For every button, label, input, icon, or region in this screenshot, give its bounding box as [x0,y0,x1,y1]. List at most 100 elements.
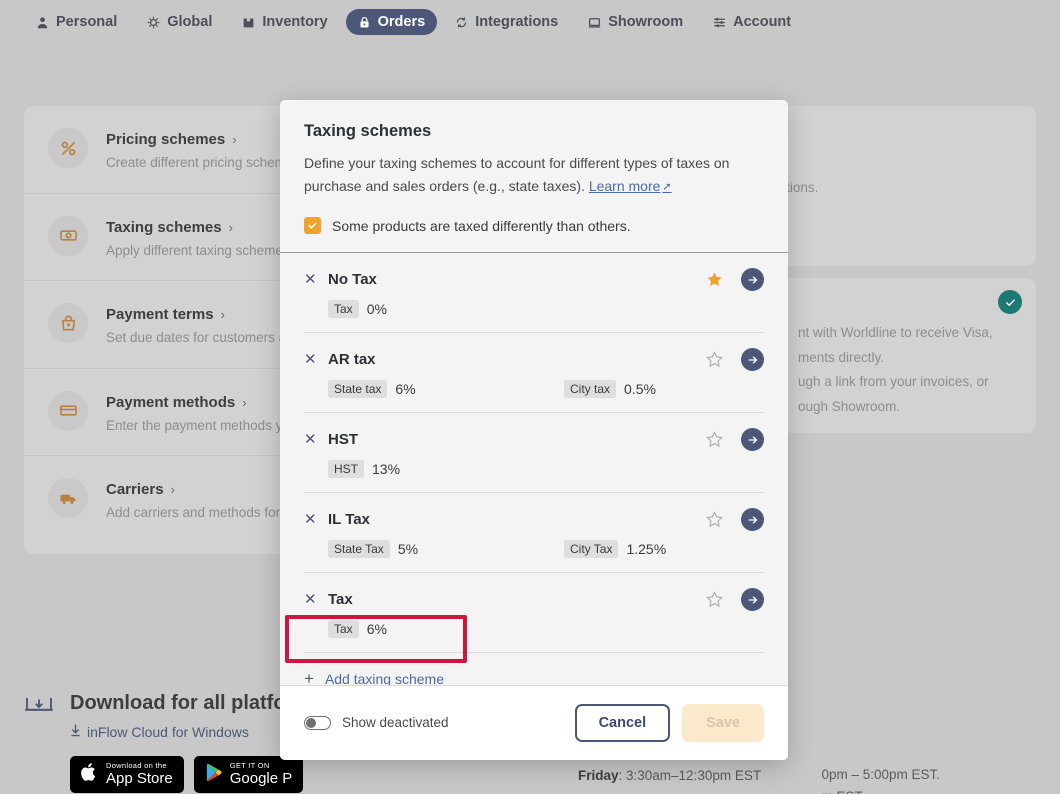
row-title-text: Payment terms [106,306,214,324]
plus-icon: + [304,669,314,685]
scheme-rate: Tax 0% [328,300,564,319]
rate-value: 5% [397,541,419,558]
nav-item-integrations[interactable]: Integrations [443,9,570,35]
store-badges: Download on the App Store GET IT ON Goog… [70,756,304,793]
nav-item-label: Orders [377,14,426,30]
rate-value: 6% [395,381,416,398]
chevron-right-icon: › [232,132,237,147]
nav-item-account[interactable]: Account [701,9,803,35]
card-icon [48,390,88,431]
modal-footer: Show deactivated Cancel Save [280,684,788,760]
taxed-differently-checkbox-row[interactable]: Some products are taxed differently than… [304,217,764,252]
download-title: Download for all platfor [70,692,294,714]
taxing-scheme-row[interactable]: ✕ HST HST 13% [304,412,764,492]
chevron-right-icon: › [170,482,175,498]
scheme-header: ✕ IL Tax [304,508,764,532]
sliders-icon [713,16,726,29]
app-store-badge[interactable]: Download on the App Store [70,756,184,793]
arrow-right-icon[interactable] [741,268,764,292]
arrow-right-icon[interactable] [741,508,764,532]
scheme-rate: HST 13% [328,460,564,479]
check-icon [308,222,317,229]
rate-tag: Tax [328,620,359,639]
close-icon[interactable]: ✕ [304,352,317,367]
scheme-rate: City tax 0.5% [564,380,656,399]
scheme-name: IL Tax [328,511,370,529]
row-title-text: Carriers [106,481,164,499]
star-outline-icon[interactable] [706,351,723,368]
settings-row-title: Carriers › [106,481,280,498]
star-outline-icon[interactable] [706,511,723,528]
truck-icon [48,478,88,519]
taxing-scheme-row[interactable]: ✕ Tax Tax 6% [304,572,764,652]
star-outline-icon[interactable] [706,591,723,608]
percent-icon [48,128,88,168]
scheme-header: ✕ No Tax [304,268,764,292]
scheme-name: HST [328,431,358,449]
arrow-right-icon[interactable] [741,348,764,372]
scheme-actions [706,508,764,532]
settings-row-title: Taxing schemes › [106,219,283,236]
download-box-icon [24,696,54,725]
settings-row-title: Payment methods › [106,394,282,411]
scheme-rates: State Tax 5% City Tax 1.25% [304,540,764,559]
app-store-small-label: Download on the [106,760,167,770]
nav-item-showroom[interactable]: Showroom [576,9,695,35]
settings-row-desc: Set due dates for customers a [106,330,287,346]
taxing-scheme-row[interactable]: ✕ IL Tax State Tax 5% City Tax 1.25% [304,492,764,572]
money-icon [48,215,88,256]
lock-icon [358,16,371,29]
row-title-text: Payment methods [106,393,236,411]
cancel-button[interactable]: Cancel [574,703,671,742]
arrow-right-icon[interactable] [741,588,764,612]
rate-tag: State tax [328,380,388,399]
show-deactivated-toggle[interactable] [304,715,331,730]
nav-item-global[interactable]: Global [135,9,224,35]
taxing-scheme-row[interactable]: ✕ No Tax Tax 0% [304,253,764,332]
nav-item-personal[interactable]: Personal [24,9,129,35]
payments-desc-line4: ough Showroom. [798,398,901,414]
nav-item-label: Account [733,14,792,30]
nav-item-label: Personal [56,14,118,30]
scheme-rate: State Tax 5% [328,540,564,559]
close-icon[interactable]: ✕ [304,272,317,287]
taxed-differently-label: Some products are taxed differently than… [332,217,631,234]
nav-item-inventory[interactable]: Inventory [230,9,339,35]
chevron-right-icon: › [228,219,233,235]
nav-item-label: Integrations [475,14,559,30]
support-hours-line2: m EST [821,786,940,794]
star-filled-icon[interactable] [706,271,723,288]
close-icon[interactable]: ✕ [304,512,317,527]
windows-download-link[interactable]: inFlow Cloud for Windows [70,724,303,740]
app-store-large-label: App Store [106,769,173,787]
scheme-name: Tax [328,591,353,609]
show-deactivated-toggle-wrap[interactable]: Show deactivated [304,715,449,730]
close-icon[interactable]: ✕ [304,592,317,607]
play-icon [205,763,222,787]
close-icon[interactable]: ✕ [304,432,317,447]
google-play-badge[interactable]: GET IT ON Google P [193,756,304,793]
arrow-right-icon[interactable] [741,428,764,452]
google-play-large-label: Google P [229,769,293,787]
scheme-actions [706,588,764,612]
scheme-rate: City Tax 1.25% [564,540,666,559]
rate-tag: City Tax [564,540,619,559]
payments-desc-line3: ugh a link from your invoices, or [798,374,989,390]
taxing-schemes-list: ✕ No Tax Tax 0% ✕ AR tax State tax 6% Ci… [280,252,788,685]
taxing-scheme-row[interactable]: ✕ AR tax State tax 6% City tax 0.5% [304,332,764,412]
settings-row-title: Payment terms › [106,306,286,323]
top-navigation: Personal Global Inventory Orders Integra… [0,0,1060,44]
taxing-schemes-modal: Taxing schemes Define your taxing scheme… [280,100,788,760]
taxed-differently-checkbox[interactable] [304,217,321,235]
add-taxing-scheme-button[interactable]: + Add taxing scheme [304,652,764,685]
scheme-actions [706,428,764,452]
scheme-header: ✕ HST [304,428,764,452]
learn-more-link[interactable]: Learn more ➚ [589,178,672,194]
external-link-icon: ➚ [662,181,672,194]
row-title-text: Pricing schemes [106,131,226,148]
rate-tag: State Tax [328,540,390,559]
nav-item-orders[interactable]: Orders [345,9,438,35]
settings-row-desc: Enter the payment methods y [106,417,283,433]
star-outline-icon[interactable] [706,431,723,448]
lock-bag-icon [48,303,88,344]
